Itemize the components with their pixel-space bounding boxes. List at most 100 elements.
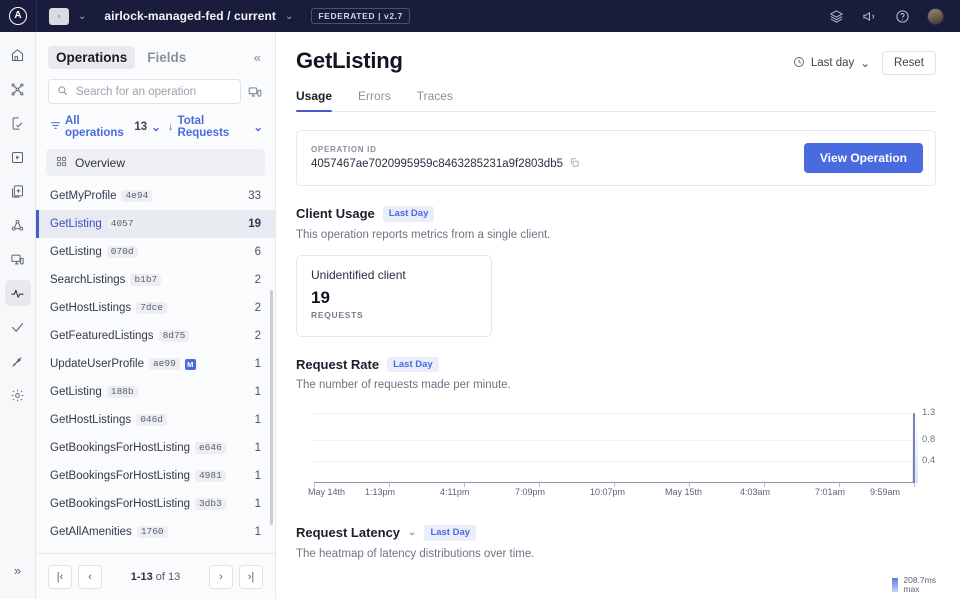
mutation-badge: M bbox=[185, 359, 196, 370]
pagination-label: 1-13 of 13 bbox=[131, 571, 181, 583]
announcements-icon[interactable] bbox=[861, 8, 877, 24]
federation-badge: FEDERATED | v2.7 bbox=[311, 8, 410, 25]
copy-icon[interactable] bbox=[569, 157, 580, 171]
chart-data-point[interactable] bbox=[913, 413, 915, 483]
tab-usage[interactable]: Usage bbox=[296, 89, 332, 111]
first-page-button[interactable]: |‹ bbox=[48, 565, 72, 589]
operation-name: GetBookingsForHostListing bbox=[50, 470, 190, 482]
operation-row[interactable]: UpdateUserProfileae99M1 bbox=[36, 350, 275, 378]
reset-button[interactable]: Reset bbox=[882, 51, 936, 75]
client-monitor-icon[interactable] bbox=[247, 81, 263, 103]
checks-icon[interactable] bbox=[5, 110, 31, 136]
sidebar-item-overview[interactable]: Overview bbox=[46, 149, 265, 176]
tab-traces[interactable]: Traces bbox=[417, 89, 453, 111]
avatar[interactable] bbox=[927, 8, 944, 25]
client-name: Unidentified client bbox=[311, 268, 477, 282]
operations-scope-filter[interactable]: All operations 13 ⌄ bbox=[50, 115, 161, 139]
contracts-icon[interactable] bbox=[5, 212, 31, 238]
launches-icon[interactable] bbox=[5, 348, 31, 374]
collapse-sidebar-icon[interactable]: « bbox=[254, 50, 263, 65]
operation-row[interactable]: GetListing405719 bbox=[36, 210, 275, 238]
graph-switcher-chevron-icon[interactable]: ⌄ bbox=[78, 11, 86, 22]
operation-row[interactable]: GetBookingsForHostListinge6461 bbox=[36, 434, 275, 462]
operation-hash: 4057 bbox=[107, 218, 138, 231]
operation-row[interactable]: GetFeaturedListings8d752 bbox=[36, 322, 275, 350]
operation-hash: e646 bbox=[195, 442, 226, 455]
tab-errors[interactable]: Errors bbox=[358, 89, 391, 111]
graph-title[interactable]: airlock-managed-fed / current bbox=[104, 9, 276, 23]
chart-x-tick-label: 7:09pm bbox=[515, 487, 545, 497]
operation-row[interactable]: GetHostListings7dce2 bbox=[36, 294, 275, 322]
scope-count: 13 bbox=[134, 121, 147, 133]
graph-avatar-chip[interactable]: ▫ bbox=[49, 8, 69, 25]
help-icon[interactable] bbox=[894, 8, 910, 24]
explorer-icon[interactable] bbox=[5, 144, 31, 170]
tab-operations[interactable]: Operations bbox=[48, 46, 135, 69]
expand-rail-button[interactable]: » bbox=[5, 557, 31, 583]
operation-row[interactable]: GetListing070d6 bbox=[36, 238, 275, 266]
date-range-selector[interactable]: Last day ⌄ bbox=[793, 56, 870, 71]
latency-legend-gradient bbox=[892, 578, 898, 592]
operation-hash: 1760 bbox=[137, 526, 168, 539]
request-latency-chevron-down-icon[interactable]: ⌄ bbox=[408, 527, 416, 538]
search-box[interactable] bbox=[48, 79, 241, 104]
scope-chevron-down-icon[interactable]: ⌄ bbox=[151, 120, 161, 134]
operations-scrollbar[interactable] bbox=[270, 290, 273, 525]
last-page-button[interactable]: ›| bbox=[239, 565, 263, 589]
sort-chevron-down-icon[interactable]: ⌄ bbox=[253, 120, 263, 134]
operation-request-count: 1 bbox=[255, 442, 261, 454]
operation-row[interactable]: GetBookingsForHostListing49811 bbox=[36, 462, 275, 490]
tab-fields[interactable]: Fields bbox=[139, 46, 194, 69]
operation-row[interactable]: GetAllAmenities17601 bbox=[36, 518, 275, 546]
subgraphs-icon[interactable] bbox=[828, 8, 844, 24]
operation-row[interactable]: GetBookingsForHostListing3db31 bbox=[36, 490, 275, 518]
request-rate-chart[interactable]: 0.40.81.3 May 14th1:13pm4:11pm7:09pm10:0… bbox=[296, 405, 936, 505]
latency-legend-text: 208.7ms max bbox=[903, 576, 936, 596]
operation-row[interactable]: SearchListingsb1b72 bbox=[36, 266, 275, 294]
operation-request-count: 1 bbox=[255, 414, 261, 426]
settings-icon[interactable] bbox=[5, 382, 31, 408]
request-latency-heatmap[interactable]: 208.7ms max bbox=[296, 560, 936, 599]
title-row: GetListing Last day ⌄ Reset bbox=[296, 48, 936, 75]
operation-request-count: 1 bbox=[255, 526, 261, 538]
left-nav-rail: » bbox=[0, 32, 36, 599]
operation-hash: 8d75 bbox=[159, 330, 190, 343]
operation-row[interactable]: GetHostListings046d1 bbox=[36, 406, 275, 434]
operation-name: GetHostListings bbox=[50, 302, 131, 314]
operation-request-count: 1 bbox=[255, 386, 261, 398]
apollo-logo[interactable]: A bbox=[0, 0, 36, 32]
insights-icon[interactable] bbox=[5, 280, 31, 306]
pagination: |‹ ‹ 1-13 of 13 › ›| bbox=[36, 553, 275, 599]
operation-request-count: 2 bbox=[255, 330, 261, 342]
clock-icon bbox=[793, 56, 805, 71]
topbar-divider bbox=[36, 0, 37, 32]
previous-page-button[interactable]: ‹ bbox=[78, 565, 102, 589]
header-controls: Last day ⌄ Reset bbox=[793, 48, 936, 75]
schema-icon[interactable] bbox=[5, 76, 31, 102]
date-range-chevron-down-icon[interactable]: ⌄ bbox=[860, 56, 870, 70]
grid-icon bbox=[56, 156, 67, 170]
client-card[interactable]: Unidentified client 19 REQUESTS bbox=[296, 255, 492, 337]
sort-descending-icon: ↓ bbox=[168, 121, 174, 133]
operation-name: GetBookingsForHostListing bbox=[50, 498, 190, 510]
home-icon[interactable] bbox=[5, 42, 31, 68]
search-input[interactable] bbox=[74, 85, 232, 99]
operation-row[interactable]: GetListing188b1 bbox=[36, 378, 275, 406]
checks-status-icon[interactable] bbox=[5, 314, 31, 340]
chart-x-tick bbox=[914, 483, 915, 487]
sort-filter[interactable]: ↓ Total Requests ⌄ bbox=[168, 115, 263, 139]
latency-legend-unit: max bbox=[903, 585, 936, 595]
operation-hash: 046d bbox=[136, 414, 167, 427]
operation-id-block: OPERATION ID 4057467ae7020995959c8463285… bbox=[311, 145, 580, 171]
operation-name: GetMyProfile bbox=[50, 190, 116, 202]
operation-row[interactable]: GetMyProfile4e9433 bbox=[36, 182, 275, 210]
next-page-button[interactable]: › bbox=[209, 565, 233, 589]
operation-request-count: 1 bbox=[255, 470, 261, 482]
operation-id-value: 4057467ae7020995959c8463285231a9f2803db5 bbox=[311, 158, 563, 170]
page-title: GetListing bbox=[296, 48, 403, 74]
request-rate-pill: Last Day bbox=[387, 357, 439, 373]
view-operation-button[interactable]: View Operation bbox=[804, 143, 923, 173]
clients-icon[interactable] bbox=[5, 246, 31, 272]
variant-switcher-chevron-icon[interactable]: ⌄ bbox=[285, 11, 293, 22]
variants-icon[interactable] bbox=[5, 178, 31, 204]
